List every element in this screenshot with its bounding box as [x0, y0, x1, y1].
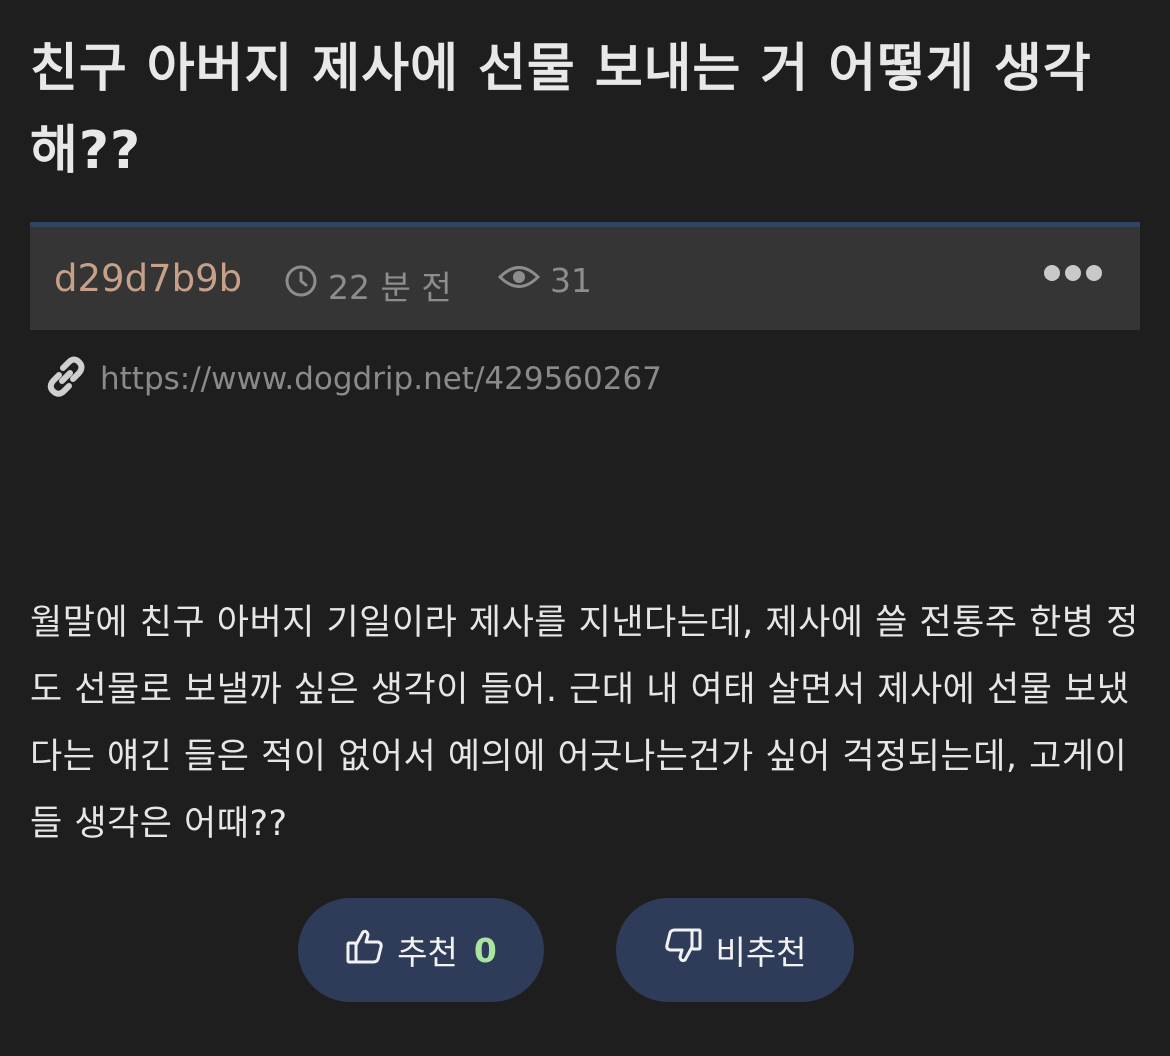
- downvote-button[interactable]: 비추천: [616, 898, 854, 1002]
- permalink-url[interactable]: https://www.dogdrip.net/429560267: [100, 361, 662, 397]
- upvote-label: 추천: [397, 933, 458, 972]
- more-dots-icon: [1044, 265, 1060, 281]
- post-body: 월말에 친구 아버지 기일이라 제사를 지낸다는데, 제사에 쓸 전통주 한병 …: [30, 603, 1139, 844]
- post-views: 31: [497, 261, 592, 300]
- post-meta-bar: d29d7b9b 22 분 전 31: [30, 222, 1140, 330]
- link-icon: [44, 355, 88, 403]
- eye-icon: [497, 261, 541, 300]
- more-dot: [1065, 265, 1081, 281]
- upvote-button[interactable]: 추천 0: [298, 898, 544, 1002]
- clock-icon: [284, 264, 318, 306]
- post-title: 친구 아버지 제사에 선물 보내는 거 어떻게 생각해??: [30, 39, 1092, 181]
- post-views-count: 31: [550, 261, 592, 300]
- more-dot: [1086, 265, 1102, 281]
- thumbs-up-icon: [345, 926, 385, 974]
- upvote-count: 0: [473, 930, 497, 970]
- downvote-label: 비추천: [715, 933, 807, 972]
- post-time: 22 분 전: [284, 261, 452, 309]
- post-time-text: 22 분 전: [328, 268, 452, 307]
- permalink-row: https://www.dogdrip.net/429560267: [44, 355, 662, 403]
- more-options-button[interactable]: [1044, 265, 1102, 281]
- post-page: 친구 아버지 제사에 선물 보내는 거 어떻게 생각해?? d29d7b9b 2…: [0, 0, 1170, 1056]
- author-name[interactable]: d29d7b9b: [54, 257, 242, 300]
- thumbs-down-icon: [663, 926, 703, 974]
